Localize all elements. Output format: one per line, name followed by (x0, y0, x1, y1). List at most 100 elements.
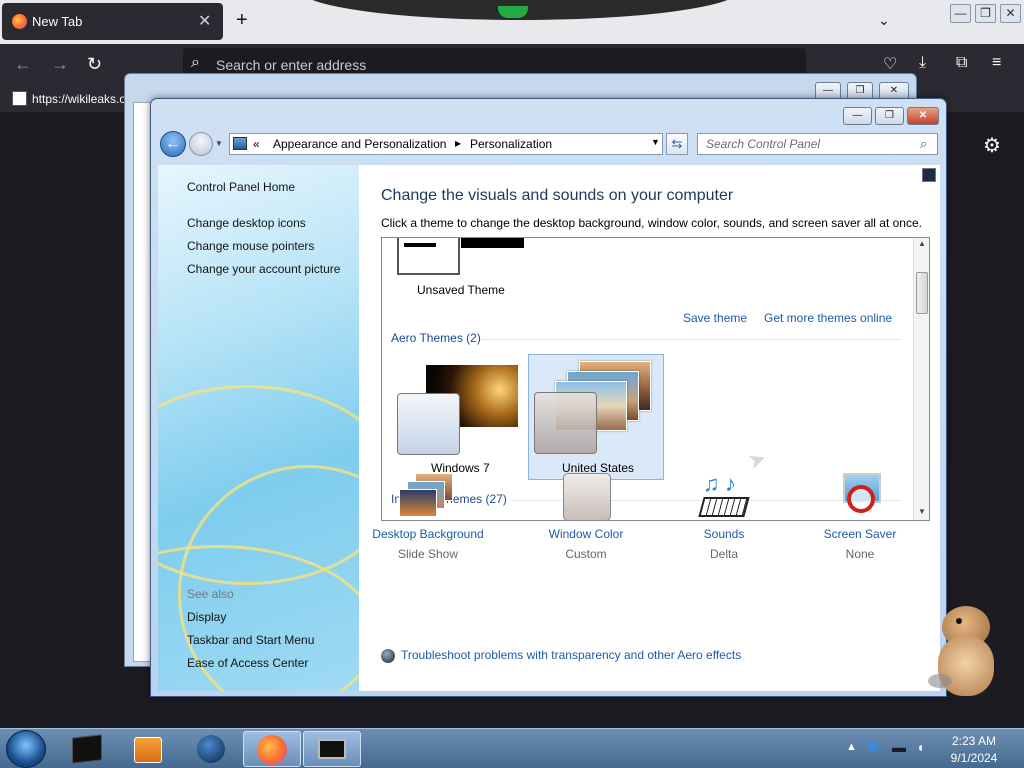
ease-of-access-link[interactable]: Ease of Access Center (187, 656, 308, 670)
theme-color-swatch (534, 392, 597, 454)
network-icon[interactable]: ▬ (892, 739, 906, 755)
browser-tab-strip: New Tab ✕ + ⌄ — ❐ ✕ (0, 0, 1024, 44)
desktop-background-label[interactable]: Desktop Background (372, 527, 484, 541)
forward-icon[interactable]: → (51, 54, 69, 75)
tab-title: New Tab (32, 14, 83, 29)
breadcrumb-personalization[interactable]: Personalization (470, 137, 552, 151)
windows7-color-swatch[interactable] (397, 393, 460, 455)
globe-icon (197, 735, 225, 763)
browser-maximize-button[interactable]: ❐ (975, 4, 996, 23)
action-center-icon[interactable]: ⛊ (868, 739, 879, 756)
control-panel-icon (318, 739, 346, 759)
screen-saver-item[interactable]: Screen Saver None (804, 471, 916, 561)
taskbar-app-control-panel[interactable] (303, 731, 361, 767)
scroll-down-icon[interactable]: ▼ (918, 507, 926, 516)
aero-themes-group: Aero Themes (2) (391, 331, 481, 345)
sounds-item[interactable]: ♫ ♪ Sounds Delta (668, 471, 780, 561)
control-panel-home-link[interactable]: Control Panel Home (187, 180, 295, 194)
recent-pages-dropdown[interactable]: ▼ (215, 139, 223, 148)
start-button[interactable] (6, 730, 46, 768)
close-button[interactable]: ✕ (907, 107, 939, 125)
taskbar-app-media-player[interactable] (120, 731, 178, 767)
help-icon[interactable] (922, 168, 936, 182)
clock-time: 2:23 AM (951, 734, 997, 748)
address-dropdown-icon[interactable]: ▼ (651, 137, 660, 147)
nav-back-button[interactable]: ← (160, 131, 186, 157)
screen-saver-icon (831, 471, 889, 523)
control-panel-icon (233, 137, 247, 150)
main-content: Change the visuals and sounds on your co… (359, 165, 940, 691)
browser-close-button[interactable]: ✕ (1000, 4, 1021, 23)
pocket-icon[interactable]: ♡ (883, 54, 897, 74)
firefox-icon (257, 735, 287, 765)
thumbnail-detail (404, 243, 436, 247)
extensions-icon[interactable]: ⧉ (956, 54, 967, 72)
taskbar-app-terminal[interactable] (60, 731, 118, 767)
nav-forward-button[interactable] (189, 132, 213, 156)
change-mouse-pointers-link[interactable]: Change mouse pointers (187, 239, 314, 253)
change-desktop-icons-link[interactable]: Change desktop icons (187, 216, 306, 230)
screen-saver-label[interactable]: Screen Saver (804, 527, 916, 541)
sounds-value: Delta (709, 547, 738, 561)
bookmark-link[interactable]: https://wikileaks.o (32, 92, 126, 106)
page-title: Change the visuals and sounds on your co… (381, 187, 734, 204)
breadcrumb-appearance[interactable]: Appearance and Personalization (273, 137, 446, 151)
list-all-tabs-icon[interactable]: ⌄ (878, 12, 890, 29)
task-pane: Control Panel Home Change desktop icons … (158, 165, 359, 691)
screen-saver-value: None (845, 547, 875, 561)
back-icon[interactable]: ← (14, 54, 32, 75)
url-placeholder: Search or enter address (216, 57, 367, 73)
bookmark-favicon (12, 91, 27, 106)
taskbar-start-menu-link[interactable]: Taskbar and Start Menu (187, 633, 314, 647)
browser-tab[interactable]: New Tab ✕ (2, 3, 223, 40)
refresh-button[interactable]: ⇆ (666, 133, 688, 155)
breadcrumb-overflow[interactable]: « (253, 137, 260, 151)
breadcrumb-separator-icon[interactable]: ▸ (455, 136, 461, 150)
group-divider (482, 339, 902, 340)
window-color-icon (557, 471, 615, 523)
reload-icon[interactable]: ↻ (87, 54, 102, 75)
maximize-button[interactable]: ❐ (875, 107, 904, 125)
volume-icon[interactable]: ◖ (916, 739, 924, 755)
firefox-icon (12, 14, 27, 29)
troubleshoot-icon (381, 649, 395, 663)
window-color-item[interactable]: Window Color Custom (530, 471, 642, 561)
scrollbar-thumb[interactable] (916, 272, 928, 314)
media-player-icon (134, 737, 162, 763)
save-theme-link[interactable]: Save theme (683, 311, 747, 325)
taskbar-app-firefox[interactable] (243, 731, 301, 767)
search-input[interactable]: Search Control Panel ⌕ (697, 133, 938, 155)
troubleshoot-link[interactable]: Troubleshoot problems with transparency … (401, 648, 741, 662)
sounds-label[interactable]: Sounds (668, 527, 780, 541)
personalization-window: — ❐ ✕ ← ▼ « Appearance and Personalizati… (150, 98, 947, 697)
tab-close-icon[interactable]: ✕ (198, 11, 211, 31)
change-account-picture-link[interactable]: Change your account picture (187, 262, 340, 276)
see-also-heading: See also (187, 587, 234, 601)
hamster-gadget[interactable] (928, 600, 1008, 700)
unsaved-theme-label[interactable]: Unsaved Theme (417, 283, 505, 297)
taskbar-app-globe[interactable] (182, 731, 240, 767)
newtab-settings-icon[interactable]: ⚙ (983, 133, 1001, 158)
theme-decoration-green (498, 6, 528, 18)
address-bar[interactable]: « Appearance and Personalization ▸ Perso… (229, 133, 663, 155)
desktop-background-icon (399, 471, 457, 523)
downloads-icon[interactable]: ⤓ (919, 54, 926, 72)
new-tab-button[interactable]: + (236, 9, 248, 32)
desktop-background-item[interactable]: Desktop Background Slide Show (372, 471, 484, 561)
get-more-themes-link[interactable]: Get more themes online (764, 311, 892, 325)
clock[interactable]: 2:23 AM 9/1/2024 (938, 733, 1010, 767)
minimize-button[interactable]: — (843, 107, 872, 125)
taskbar: ▲ ⛊ ▬ ◖ 2:23 AM 9/1/2024 (0, 728, 1024, 768)
display-link[interactable]: Display (187, 610, 226, 624)
window-color-label[interactable]: Window Color (530, 527, 642, 541)
scroll-up-icon[interactable]: ▲ (918, 239, 926, 248)
search-icon: ⌕ (191, 54, 200, 71)
show-hidden-icons[interactable]: ▲ (846, 741, 857, 753)
thumbnail-detail (461, 238, 524, 248)
search-icon[interactable]: ⌕ (920, 136, 927, 152)
browser-minimize-button[interactable]: — (950, 4, 971, 23)
menu-icon[interactable]: ≡ (992, 54, 1001, 72)
united-states-theme-tile[interactable]: United States (528, 354, 664, 480)
sounds-icon: ♫ ♪ (695, 471, 753, 523)
clock-date: 9/1/2024 (950, 751, 998, 765)
